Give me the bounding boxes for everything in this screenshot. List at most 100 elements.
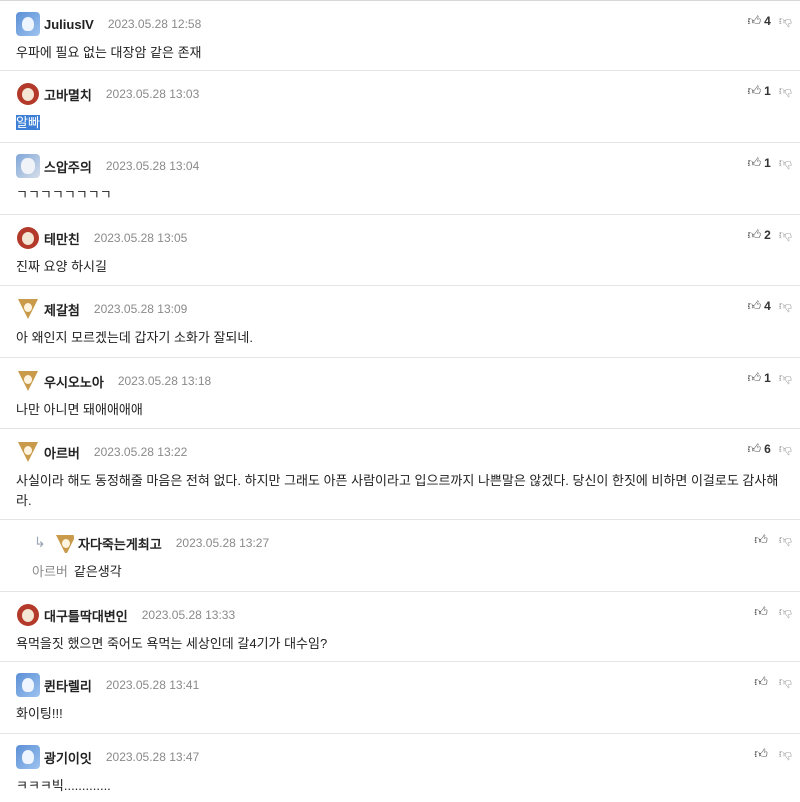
comment-header: 제갈첨 2023.05.28 13:09 — [16, 296, 187, 322]
vote-controls: 👍︎ 1 👎︎ — [748, 155, 792, 171]
comment-header: 광기이잇 2023.05.28 13:47 — [16, 744, 199, 770]
thumbs-up-icon: 👍︎ — [754, 674, 768, 689]
thumbs-up-icon: 👍︎ — [747, 370, 762, 385]
comment-date: 2023.05.28 12:58 — [107, 17, 202, 31]
upvote-button[interactable]: 👍︎ 4 — [748, 13, 771, 29]
comment-nickname[interactable]: JuliusIV — [44, 17, 94, 32]
upvote-button[interactable]: 👍︎ — [754, 746, 771, 762]
comment-item: 광기이잇 2023.05.28 13:47 👍︎ 👎︎ ㅋㅋㅋ빅........… — [0, 734, 800, 802]
upvote-button[interactable]: 👍︎ 1 — [748, 370, 771, 386]
comment-header: 퀸타렐리 2023.05.28 13:41 — [16, 672, 199, 698]
upvote-button[interactable]: 👍︎ — [754, 604, 771, 620]
comment-nickname[interactable]: 퀸타렐리 — [44, 676, 92, 695]
avatar[interactable] — [16, 82, 40, 106]
comment-header: JuliusIV 2023.05.28 12:58 — [16, 11, 201, 37]
upvote-count: 1 — [764, 84, 771, 98]
comment-item: 고바멸치 2023.05.28 13:03 👍︎ 1 👎︎ 알빠 — [0, 71, 800, 143]
vote-controls: 👍︎ 2 👎︎ — [748, 227, 792, 243]
thumbs-down-icon[interactable]: 👎︎ — [779, 13, 792, 29]
upvote-button[interactable]: 👍︎ 6 — [748, 441, 771, 457]
avatar[interactable] — [16, 440, 40, 464]
upvote-count: 4 — [764, 299, 771, 313]
thumbs-up-icon: 👍︎ — [747, 83, 762, 98]
comment-date: 2023.05.28 13:27 — [175, 536, 270, 550]
comment-date: 2023.05.28 13:18 — [117, 374, 212, 388]
comment-nickname[interactable]: 스압주의 — [44, 157, 92, 176]
selected-text: 알빠 — [16, 115, 40, 130]
thumbs-down-icon[interactable]: 👎︎ — [779, 441, 792, 457]
reply-to-nickname[interactable]: 아르버 — [32, 564, 68, 579]
thumbs-down-icon[interactable]: 👎︎ — [779, 674, 792, 690]
comment-item: 스압주의 2023.05.28 13:04 👍︎ 1 👎︎ ㄱㄱㄱㄱㄱㄱㄱㄱ — [0, 143, 800, 215]
vote-controls: 👍︎ 6 👎︎ — [748, 441, 792, 457]
comment-body: ㄱㄱㄱㄱㄱㄱㄱㄱ — [16, 187, 112, 202]
thumbs-up-icon: 👍︎ — [747, 13, 762, 28]
vote-controls: 👍︎ 👎︎ — [754, 532, 792, 548]
comment-item: 우시오노아 2023.05.28 13:18 👍︎ 1 👎︎ 나만 아니면 돼애… — [0, 358, 800, 429]
comment-header: 아르버 2023.05.28 13:22 — [16, 439, 187, 465]
comment-date: 2023.05.28 13:05 — [93, 231, 188, 245]
upvote-count: 1 — [764, 371, 771, 385]
reply-text: 같은생각 — [73, 564, 122, 579]
thumbs-down-icon[interactable]: 👎︎ — [779, 298, 792, 314]
thumbs-down-icon[interactable]: 👎︎ — [779, 532, 792, 548]
comment-body: 우파에 필요 없는 대장암 같은 존재 — [16, 45, 202, 60]
avatar[interactable] — [16, 745, 40, 769]
comment-date: 2023.05.28 13:22 — [93, 445, 188, 459]
upvote-button[interactable]: 👍︎ 1 — [748, 155, 771, 171]
avatar[interactable] — [16, 154, 40, 178]
upvote-button[interactable]: 👍︎ — [754, 674, 771, 690]
avatar[interactable] — [16, 297, 40, 321]
comment-nickname[interactable]: 아르버 — [44, 443, 80, 462]
upvote-button[interactable]: 👍︎ 1 — [748, 83, 771, 99]
comment-nickname[interactable]: 고바멸치 — [44, 85, 92, 104]
upvote-button[interactable]: 👍︎ 4 — [748, 298, 771, 314]
thumbs-down-icon[interactable]: 👎︎ — [779, 155, 792, 171]
upvote-button[interactable]: 👍︎ 2 — [748, 227, 771, 243]
thumbs-down-icon[interactable]: 👎︎ — [779, 83, 792, 99]
comment-nickname[interactable]: 우시오노아 — [44, 372, 104, 391]
comment-item: JuliusIV 2023.05.28 12:58 👍︎ 4 👎︎ 우파에 필요… — [0, 1, 800, 71]
comment-date: 2023.05.28 13:41 — [105, 678, 200, 692]
vote-controls: 👍︎ 👎︎ — [754, 604, 792, 620]
thumbs-down-icon[interactable]: 👎︎ — [779, 746, 792, 762]
comment-item: 아르버 2023.05.28 13:22 👍︎ 6 👎︎ 사실이라 해도 동정해… — [0, 429, 800, 520]
comment-nickname[interactable]: 제갈첨 — [44, 300, 80, 319]
comment-nickname[interactable]: 광기이잇 — [44, 748, 92, 767]
comment-nickname[interactable]: 테만친 — [44, 229, 80, 248]
comment-body: ㅋㅋㅋ빅............. — [16, 778, 111, 793]
upvote-count: 4 — [764, 14, 771, 28]
vote-controls: 👍︎ 👎︎ — [754, 674, 792, 690]
comment-body: 진짜 요양 하시길 — [16, 259, 107, 274]
comment-body: 나만 아니면 돼애애애애 — [16, 402, 143, 417]
thumbs-up-icon: 👍︎ — [747, 441, 762, 456]
comment-header: 고바멸치 2023.05.28 13:03 — [16, 81, 199, 107]
thumbs-down-icon[interactable]: 👎︎ — [779, 227, 792, 243]
comment-body: 아 왜인지 모르겠는데 갑자기 소화가 잘되네. — [16, 330, 253, 345]
comment-body: 사실이라 해도 동정해줄 마음은 전혀 없다. 하지만 그래도 아픈 사람이라고… — [16, 473, 779, 508]
reply-arrow-icon: ↳ — [34, 535, 46, 551]
thumbs-down-icon[interactable]: 👎︎ — [779, 604, 792, 620]
comment-date: 2023.05.28 13:03 — [105, 87, 200, 101]
comment-body: 화이팅!!! — [16, 706, 63, 721]
avatar[interactable] — [16, 603, 40, 627]
avatar[interactable] — [16, 673, 40, 697]
comment-date: 2023.05.28 13:47 — [105, 750, 200, 764]
upvote-button[interactable]: 👍︎ — [754, 532, 771, 548]
thumbs-up-icon: 👍︎ — [747, 227, 762, 242]
comment-header: ↳ 자다죽는게최고 2023.05.28 13:27 — [34, 530, 269, 556]
comment-header: 우시오노아 2023.05.28 13:18 — [16, 368, 211, 394]
thumbs-up-icon: 👍︎ — [754, 746, 768, 761]
avatar[interactable] — [54, 533, 74, 553]
comment-nickname[interactable]: 대구틀딱대변인 — [44, 606, 128, 625]
comment-nickname[interactable]: 자다죽는게최고 — [78, 534, 162, 553]
comment-body: 아르버 같은생각 — [32, 562, 786, 582]
avatar[interactable] — [16, 226, 40, 250]
avatar[interactable] — [16, 369, 40, 393]
vote-controls: 👍︎ 👎︎ — [754, 746, 792, 762]
thumbs-down-icon[interactable]: 👎︎ — [779, 370, 792, 386]
comment-item: 대구틀딱대변인 2023.05.28 13:33 👍︎ 👎︎ 욕먹을짓 했으면 … — [0, 592, 800, 662]
comment-item: 테만친 2023.05.28 13:05 👍︎ 2 👎︎ 진짜 요양 하시길 — [0, 215, 800, 286]
upvote-count: 1 — [764, 156, 771, 170]
avatar[interactable] — [16, 12, 40, 36]
